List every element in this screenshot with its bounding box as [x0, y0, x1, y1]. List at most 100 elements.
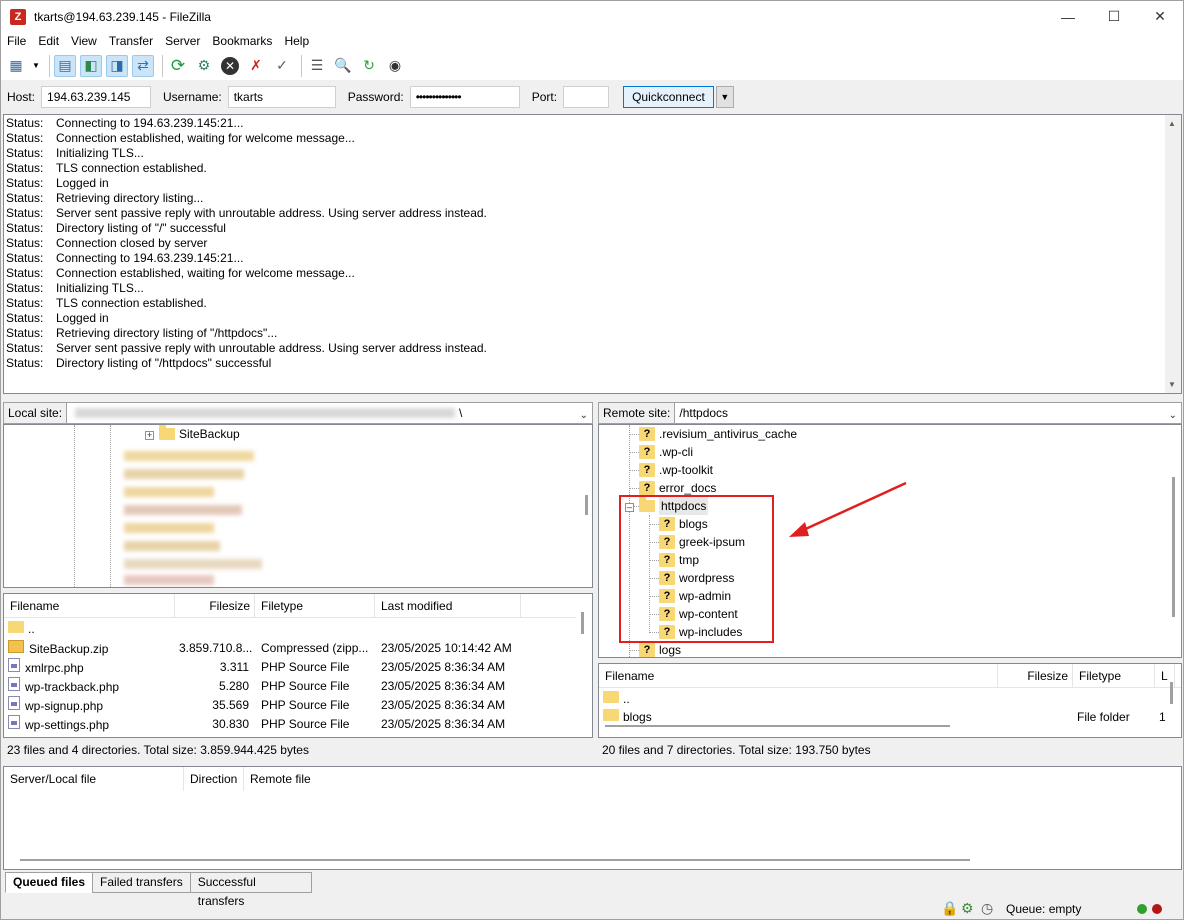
username-label: Username: [163, 90, 222, 104]
list-item[interactable]: .. [4, 619, 576, 638]
list-item[interactable]: xmlrpc.php 3.311 PHP Source File 23/05/2025… [4, 657, 576, 676]
toolbar-separator [301, 54, 302, 77]
site-manager-icon[interactable]: ▦ [5, 55, 27, 77]
local-tree-scrollbar[interactable] [585, 495, 588, 515]
list-item[interactable]: wp-settings.php 30.830 PHP Source File 23/0… [4, 714, 576, 733]
remote-status: 20 files and 7 directories. Total size: … [598, 739, 1182, 761]
log-type: Status: [6, 356, 44, 370]
menu-transfer[interactable]: Transfer [103, 32, 159, 51]
column-filesize[interactable]: Filesize [998, 664, 1073, 688]
file-modified: 23/05/2025 8:36:34 AM [381, 678, 506, 693]
toggle-message-log-icon[interactable]: ▤ [54, 54, 76, 77]
column-filename[interactable]: Filename [599, 664, 998, 688]
log-entry: Status: Retrieving directory listing of "… [4, 326, 1181, 341]
speed-limit-icon[interactable]: ◷ [981, 900, 993, 917]
tree-item-wp-cli[interactable]: ? .wp-cli [639, 443, 693, 461]
log-message: Server sent passive reply with unroutabl… [56, 206, 487, 220]
tab-failed-transfers[interactable]: Failed transfers [92, 872, 191, 893]
host-input[interactable]: 194.63.239.145 [41, 86, 152, 108]
column-server-local-file[interactable]: Server/Local file [4, 767, 184, 791]
maximize-icon[interactable]: ☐ [1091, 1, 1137, 32]
toolbar-separator [162, 54, 163, 77]
window-title: tkarts@194.63.239.145 - FileZilla [34, 9, 211, 24]
unknown-folder-icon: ? [639, 427, 655, 441]
file-name: wp-settings.php [25, 718, 110, 732]
column-direction[interactable]: Direction [184, 767, 244, 791]
site-manager-dropdown-icon[interactable]: ▼ [31, 55, 41, 77]
tab-queued-files[interactable]: Queued files [5, 872, 94, 893]
process-queue-icon[interactable]: ⚙ [193, 55, 215, 77]
column-last-modified[interactable]: Last modified [375, 594, 521, 618]
local-list-scrollbar[interactable] [581, 612, 584, 634]
folder-icon [8, 621, 24, 633]
toolbar-separator [49, 54, 50, 77]
list-item[interactable]: wp-signup.php 35.569 PHP Source File 23/05/… [4, 695, 576, 714]
remote-site-input[interactable]: /httpdocs ⌄ [674, 402, 1182, 424]
log-message: Logged in [56, 176, 109, 190]
toggle-local-tree-icon[interactable]: ◧ [80, 54, 102, 77]
tree-line [110, 425, 111, 587]
tree-item-logs[interactable]: ? logs [639, 641, 681, 657]
log-type: Status: [6, 296, 44, 310]
column-filename[interactable]: Filename [4, 594, 175, 618]
toggle-remote-tree-icon[interactable]: ◨ [106, 54, 128, 77]
tab-successful-transfers[interactable]: Successful transfers [189, 872, 312, 908]
refresh-icon[interactable]: ⟳ [167, 55, 189, 77]
quickconnect-dropdown-icon[interactable]: ▼ [715, 86, 734, 108]
log-message: Connection established, waiting for welc… [56, 266, 355, 280]
quickconnect-button[interactable]: Quickconnect [623, 86, 714, 108]
file-type: PHP Source File [261, 697, 350, 712]
close-icon[interactable]: ✕ [1137, 1, 1183, 32]
list-item[interactable]: wp-trackback.php 5.280 PHP Source File 23/0… [4, 676, 576, 695]
log-message: Connection closed by server [56, 236, 208, 250]
queue-hscrollbar[interactable] [20, 859, 970, 861]
list-item[interactable]: SiteBackup.zip 3.859.710.8... Compressed (… [4, 638, 576, 657]
remote-tree-scrollbar[interactable] [1172, 477, 1175, 617]
chevron-down-icon[interactable]: ⌄ [580, 406, 588, 426]
menu-server[interactable]: Server [159, 32, 206, 51]
scroll-up-icon[interactable]: ▲ [1168, 119, 1176, 128]
password-input[interactable]: •••••••••••••• [409, 86, 520, 108]
expand-icon[interactable]: + [145, 431, 154, 440]
file-size: 3.311 [219, 659, 249, 674]
list-item[interactable]: .. [599, 689, 1159, 708]
file-type: PHP Source File [261, 678, 350, 693]
directory-comparison-icon[interactable]: 🔍 [332, 55, 354, 77]
toggle-transfer-queue-icon[interactable]: ⇄ [132, 54, 154, 77]
local-site-input[interactable]: \ ⌄ [66, 402, 593, 424]
menu-bookmarks[interactable]: Bookmarks [206, 32, 278, 51]
list-item[interactable]: blogs File folder 1 [599, 707, 1179, 726]
menu-file[interactable]: File [1, 32, 32, 51]
redacted-tree [124, 451, 254, 461]
username-input[interactable]: tkarts [227, 86, 336, 108]
menu-view[interactable]: View [65, 32, 103, 51]
tree-item-wp-toolkit[interactable]: ? .wp-toolkit [639, 461, 713, 479]
column-filetype[interactable]: Filetype [1073, 664, 1155, 688]
tree-item-revisium-antivirus-cache[interactable]: ? .revisium_antivirus_cache [639, 425, 797, 443]
remote-list-vscrollbar[interactable] [1170, 682, 1173, 704]
scroll-down-icon[interactable]: ▼ [1168, 380, 1176, 389]
log-scrollbar[interactable]: ▲ ▼ [1165, 115, 1181, 393]
file-name: SiteBackup.zip [29, 641, 109, 656]
column-filetype[interactable]: Filetype [255, 594, 375, 618]
remote-list-hscrollbar[interactable] [605, 725, 950, 727]
directory-listing-filters-icon[interactable]: ☰ [306, 55, 328, 77]
reconnect-icon[interactable]: ✓ [271, 55, 293, 77]
tree-item-sitebackup[interactable]: SiteBackup [159, 425, 240, 443]
quickconnect-bar: Host: 194.63.239.145 Username: tkarts Pa… [1, 83, 1183, 111]
minimize-icon[interactable]: — [1045, 1, 1091, 32]
menu-bar: File Edit View Transfer Server Bookmarks… [1, 32, 1183, 51]
log-message: Retrieving directory listing... [56, 191, 204, 205]
column-remote-file[interactable]: Remote file [244, 767, 444, 791]
column-filesize[interactable]: Filesize [175, 594, 255, 618]
menu-help[interactable]: Help [278, 32, 315, 51]
local-list-header: Filename Filesize Filetype Last modified [4, 594, 576, 618]
cancel-operation-icon[interactable]: ✕ [219, 55, 241, 77]
zip-icon [8, 639, 24, 653]
port-input[interactable] [563, 86, 610, 108]
synchronized-browsing-icon[interactable]: ↻ [358, 55, 380, 77]
search-remote-files-icon[interactable]: ◉ [384, 55, 406, 77]
disconnect-icon[interactable]: ✗ [245, 55, 267, 77]
chevron-down-icon[interactable]: ⌄ [1169, 406, 1177, 426]
menu-edit[interactable]: Edit [32, 32, 65, 51]
